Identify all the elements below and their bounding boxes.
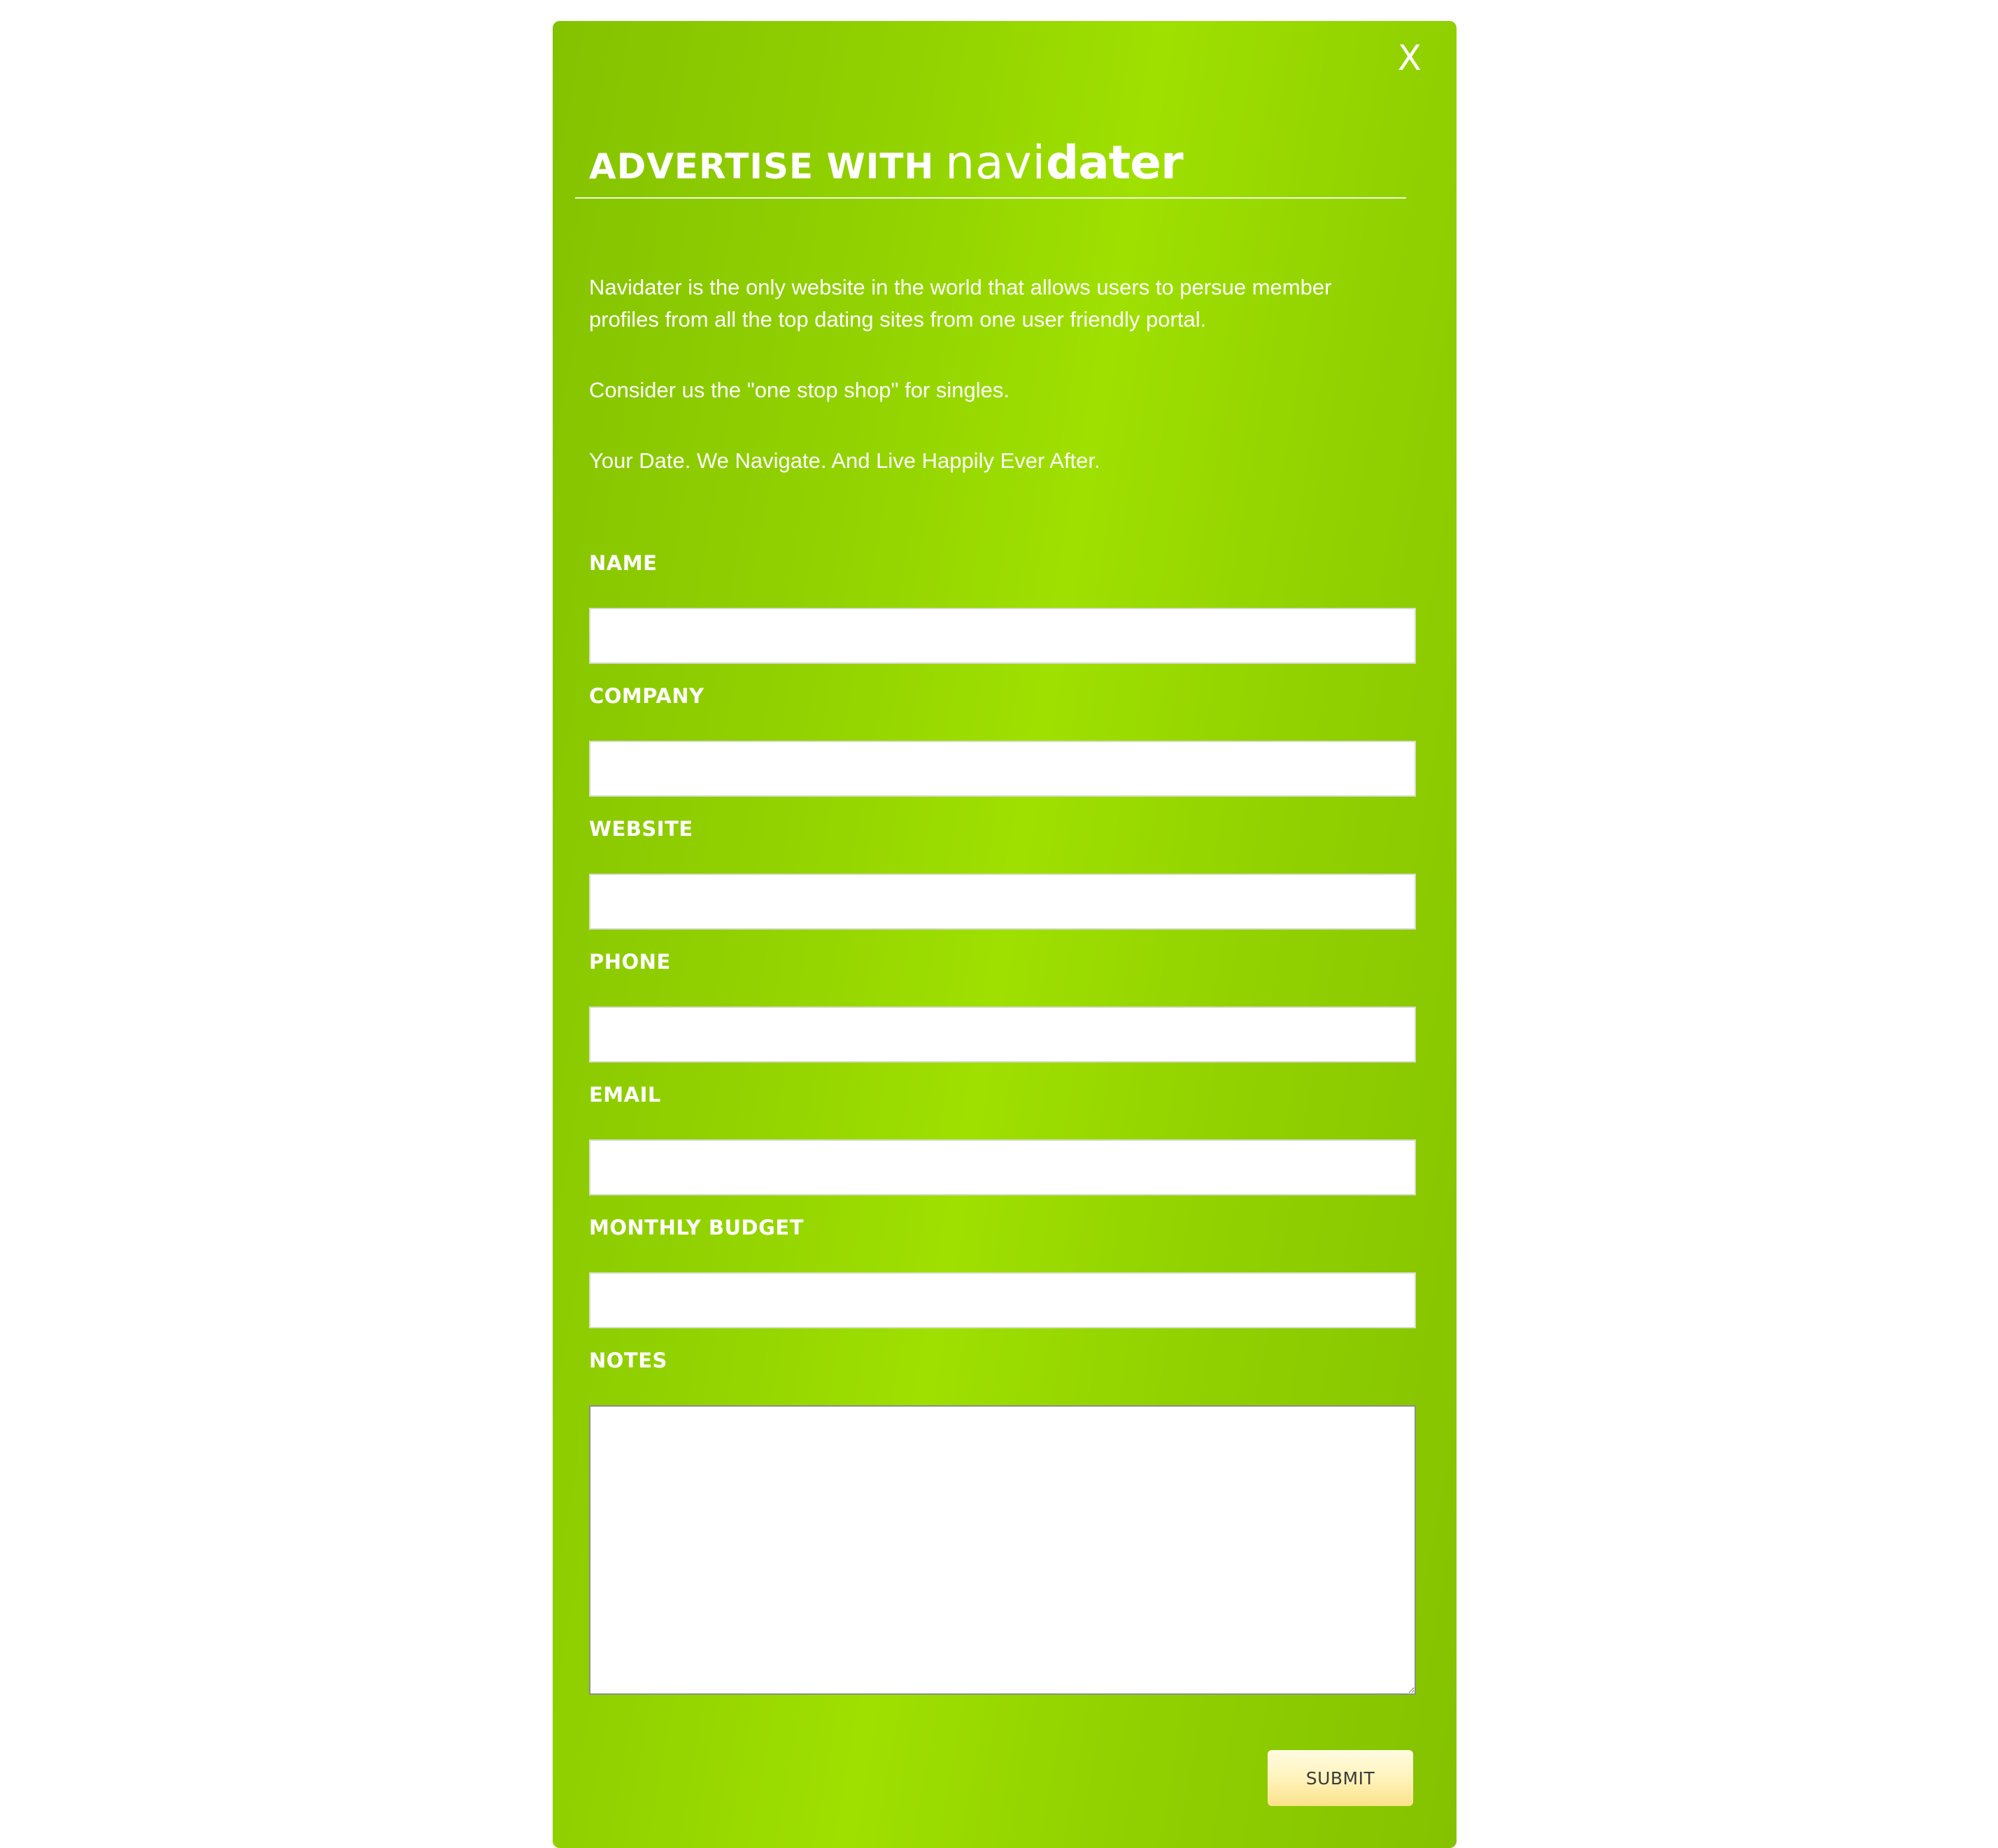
phone-input[interactable] xyxy=(589,1007,1416,1062)
logo-text-light: navi xyxy=(945,136,1046,190)
phone-label: PHONE xyxy=(589,950,671,974)
name-label: NAME xyxy=(589,551,658,575)
monthly-budget-label: MONTHLY BUDGET xyxy=(589,1216,805,1239)
website-label: WEBSITE xyxy=(589,817,693,841)
name-input[interactable] xyxy=(589,608,1416,664)
company-input[interactable] xyxy=(589,741,1416,797)
title-divider xyxy=(575,197,1406,199)
intro-paragraph: Consider us the "one stop shop" for sing… xyxy=(589,378,1010,402)
intro-paragraph: Your Date. We Navigate. And Live Happily… xyxy=(589,448,1100,473)
modal-title: ADVERTISE WITH navidater xyxy=(589,140,1184,187)
advertise-modal: X ADVERTISE WITH navidater Navidater is t… xyxy=(553,21,1457,1848)
intro-text: Navidater is the only website in the wor… xyxy=(589,271,1401,516)
notes-label: NOTES xyxy=(589,1349,667,1372)
email-input[interactable] xyxy=(589,1139,1416,1195)
monthly-budget-input[interactable] xyxy=(589,1272,1416,1328)
advertise-form: NAME COMPANY WEBSITE PHONE EMAIL MONTHLY… xyxy=(589,549,1416,1695)
website-input[interactable] xyxy=(589,874,1416,930)
notes-textarea[interactable] xyxy=(589,1405,1416,1695)
intro-paragraph: Navidater is the only website in the wor… xyxy=(589,275,1332,332)
close-icon[interactable]: X xyxy=(1398,41,1422,76)
submit-button[interactable]: SUBMIT xyxy=(1268,1750,1413,1806)
company-label: COMPANY xyxy=(589,684,704,708)
title-prefix: ADVERTISE WITH xyxy=(589,146,935,187)
logo-text-bold: dater xyxy=(1045,136,1184,190)
email-label: EMAIL xyxy=(589,1083,661,1107)
